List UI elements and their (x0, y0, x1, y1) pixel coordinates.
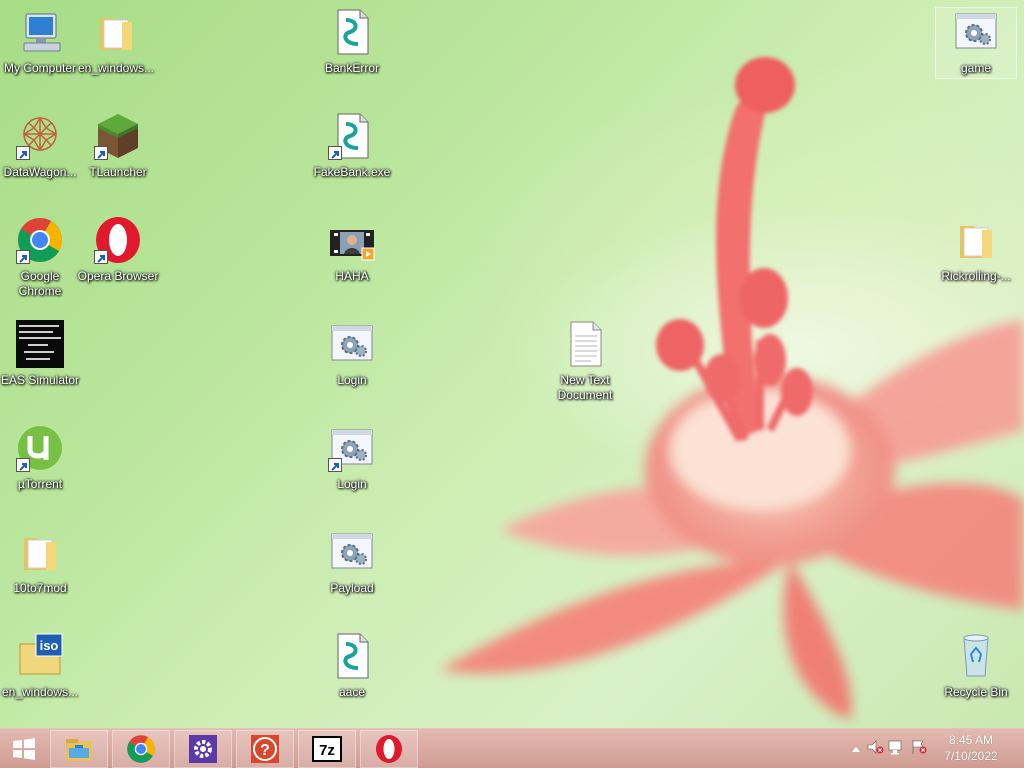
volume-muted-icon[interactable] (864, 739, 886, 760)
desktop-icon-label: BankError (324, 61, 380, 75)
desktop-icon-bankerror[interactable]: BankError (312, 8, 392, 76)
gear-app-icon (328, 528, 376, 576)
desktop-icon-label: Recycle Bin (944, 685, 1008, 699)
script-icon (328, 8, 376, 56)
gear-app-icon (328, 320, 376, 368)
desktop-icon-game[interactable]: game (935, 7, 1017, 79)
taskbar-opera[interactable] (360, 730, 418, 768)
desktop-icon-label: 10to7mod (13, 581, 67, 595)
desktop-icon-label: Login (337, 373, 367, 387)
desktop-icon-rickrolling[interactable]: Rickrolling-... (936, 216, 1016, 284)
desktop-icon-my-computer[interactable]: My Computer (0, 8, 80, 76)
desktop-icon-label: Login (337, 477, 367, 491)
desktop-icon-label: game (960, 61, 992, 75)
text-document-icon (561, 320, 609, 368)
desktop-icon-label: Payload (330, 581, 374, 595)
desktop-icon-label: Opera Browser (77, 269, 159, 283)
desktop-icon-label: en_windows... (77, 61, 155, 75)
desktop-icon-folder[interactable]: en_windows... (76, 8, 156, 76)
start-button[interactable] (0, 730, 48, 768)
desktop-icon-utorrent[interactable]: µTorrent (0, 424, 80, 492)
taskbar-7zip[interactable]: 7z (298, 730, 356, 768)
desktop-icon-google-chrome[interactable]: Google Chrome (0, 216, 80, 299)
system-tray (848, 729, 930, 768)
file-explorer-icon (66, 739, 92, 761)
desktop-icon-opera-browser[interactable]: Opera Browser (78, 216, 158, 284)
video-file-icon (328, 216, 376, 264)
desktop-icon-aace[interactable]: aace (312, 632, 392, 700)
desktop-icon-tlauncher[interactable]: TLauncher (78, 112, 158, 180)
desktop-icon-label: New Text Document (557, 373, 613, 402)
desktop-icon-new-text-document[interactable]: New Text Document (545, 320, 625, 403)
7zip-icon: 7z (312, 736, 342, 762)
desktop-icon-haha[interactable]: HAHA (312, 216, 392, 284)
desktop-icon-iso[interactable]: iso en_windows... (0, 632, 80, 700)
shortcut-arrow-icon (16, 250, 30, 264)
taskbar-chrome[interactable] (112, 730, 170, 768)
shortcut-arrow-icon (94, 250, 108, 264)
eas-screen-icon (16, 320, 64, 368)
shortcut-arrow-icon (328, 146, 342, 160)
shortcut-arrow-icon (16, 146, 30, 160)
desktop-icon-label: Google Chrome (18, 269, 62, 298)
show-hidden-icons-chevron-icon[interactable] (848, 740, 864, 758)
chrome-icon (127, 735, 155, 763)
action-center-flag-icon[interactable] (908, 739, 930, 760)
opera-icon (376, 735, 402, 763)
gear-app-icon (952, 8, 1000, 56)
windows-logo-icon (13, 738, 35, 760)
utorrent-icon (16, 424, 64, 472)
help-icon: ? (251, 735, 279, 763)
minecraft-block-icon (94, 112, 142, 160)
desktop-icon-login[interactable]: Login (312, 320, 392, 388)
shortcut-arrow-icon (16, 458, 30, 472)
desktop-icon-payload[interactable]: Payload (312, 528, 392, 596)
gear-app-icon (328, 424, 376, 472)
iso-file-icon: iso (16, 632, 64, 680)
datawagon-icon (16, 112, 64, 160)
desktop-icon-label: en_windows... (1, 685, 79, 699)
svg-text:?: ? (260, 742, 270, 759)
folder-icon (16, 528, 64, 576)
desktop-icon-label: EAS Simulator (0, 373, 80, 387)
opera-icon (94, 216, 142, 264)
script-icon (328, 112, 376, 160)
taskbar-clock[interactable]: 8:45 AM 7/10/2022 (938, 732, 1004, 764)
network-icon[interactable] (886, 739, 908, 760)
desktop[interactable]: My Computer en_windows... BankError game… (0, 0, 1024, 728)
desktop-icon-fakebank[interactable]: FakeBank.exe (312, 112, 392, 180)
clock-date: 7/10/2022 (944, 749, 998, 763)
desktop-icon-label: aace (338, 685, 366, 699)
svg-text:iso: iso (40, 638, 59, 653)
chrome-icon (16, 216, 64, 264)
folder-icon (92, 8, 140, 56)
desktop-icon-recycle-bin[interactable]: Recycle Bin (936, 632, 1016, 700)
desktop-icon-10to7mod[interactable]: 10to7mod (0, 528, 80, 596)
desktop-icon-label: Rickrolling-... (941, 269, 1011, 283)
taskbar-help[interactable]: ? (236, 730, 294, 768)
desktop-icon-label: DataWagon... (3, 165, 77, 179)
desktop-icon-login-shortcut[interactable]: Login (312, 424, 392, 492)
shortcut-arrow-icon (94, 146, 108, 160)
desktop-icon-datawagon[interactable]: DataWagon... (0, 112, 80, 180)
clock-time: 8:45 AM (948, 733, 994, 747)
script-icon (328, 632, 376, 680)
settings-gear-icon (189, 735, 217, 763)
taskbar-settings[interactable] (174, 730, 232, 768)
recycle-bin-icon (952, 632, 1000, 680)
desktop-icon-label: µTorrent (17, 477, 63, 491)
wallpaper-flower (440, 57, 1024, 720)
desktop-icon-label: HAHA (335, 269, 369, 283)
desktop-icon-label: TLauncher (89, 165, 147, 179)
folder-icon (952, 216, 1000, 264)
computer-icon (16, 8, 64, 56)
svg-text:7z: 7z (319, 742, 335, 759)
taskbar: ? 7z 8:45 AM 7/10/2022 (0, 728, 1024, 768)
shortcut-arrow-icon (328, 458, 342, 472)
taskbar-file-explorer[interactable] (50, 730, 108, 768)
desktop-icon-label: My Computer (3, 61, 77, 75)
desktop-icon-label: FakeBank.exe (313, 165, 391, 179)
desktop-icon-eas-simulator[interactable]: EAS Simulator (0, 320, 80, 388)
